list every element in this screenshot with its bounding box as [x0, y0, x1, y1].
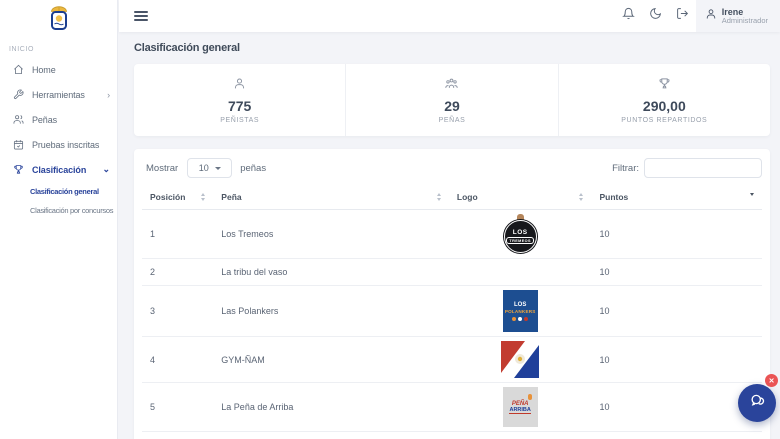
cell-position: 3: [142, 285, 214, 337]
cell-pena: La tribu del vaso: [213, 258, 449, 286]
notifications-button[interactable]: [615, 0, 642, 32]
sort-icon: [579, 193, 584, 201]
filter-input[interactable]: [644, 158, 762, 178]
people-icon: [13, 114, 24, 125]
cell-position: 6: [142, 431, 214, 439]
bell-icon: [621, 7, 635, 25]
column-header-puntos[interactable]: Puntos: [591, 186, 762, 210]
main-area: Irene Administrador Clasificación genera…: [119, 0, 780, 439]
page-content: Clasificación general 775 PEÑISTAS 29 PE…: [119, 32, 780, 439]
cell-pena: Triple P: [213, 431, 449, 439]
chevron-down-icon: ⌄: [102, 164, 111, 174]
app-window: INICIO Home Herramientas › Peñas Pruebas…: [0, 0, 780, 439]
cell-puntos: 10: [591, 336, 762, 383]
cell-puntos: 10: [591, 285, 762, 337]
stat-puntos-repartidos: 290,00 PUNTOS REPARTIDOS: [557, 64, 770, 136]
user-role: Administrador: [721, 15, 768, 25]
filter-label: Filtrar:: [612, 162, 639, 174]
cell-position: 5: [142, 382, 214, 432]
chat-fab-button[interactable]: ✕: [738, 374, 778, 422]
cell-position: 2: [142, 258, 214, 286]
logout-icon: [676, 7, 689, 25]
table-row: 4 GYM-ÑAM 10: [142, 336, 762, 383]
sidebar-subitem-clasificacion-general[interactable]: Clasificación general: [0, 182, 117, 201]
calendar-icon: [13, 139, 24, 150]
stat-label: PEÑISTAS: [220, 116, 260, 124]
sidebar-item-label: Herramientas: [32, 89, 85, 100]
classification-table-card: Mostrar 10 peñas Filtrar: Posición Peña …: [134, 149, 770, 439]
team-logo-los-tremeos: LOS TREMEOS: [503, 214, 537, 254]
stat-value: 29: [444, 97, 460, 114]
team-logo-gym-nam: [501, 341, 540, 378]
home-icon: [13, 64, 24, 75]
cell-pena: GYM-ÑAM: [213, 336, 449, 383]
table-row: 3 Las Polankers LOS POLANKERS 10: [142, 285, 762, 337]
person-icon: [233, 77, 246, 95]
page-size-select[interactable]: 10: [187, 158, 233, 178]
chat-icon: [748, 392, 766, 415]
table-row: 5 La Peña de Arriba PEÑA ARRIBA 10: [142, 382, 762, 432]
dark-mode-button[interactable]: [642, 0, 669, 32]
sidebar-item-home[interactable]: Home: [0, 57, 117, 82]
hamburger-icon[interactable]: [134, 11, 148, 21]
sidebar-item-label: Pruebas inscritas: [32, 139, 100, 150]
group-icon: [445, 77, 459, 95]
stats-card: 775 PEÑISTAS 29 PEÑAS 290,00 PUNTOS REPA…: [134, 64, 770, 136]
stat-label: PUNTOS REPARTIDOS: [621, 116, 708, 124]
crest-logo[interactable]: [0, 0, 117, 36]
stat-value: 775: [227, 97, 252, 114]
cell-puntos: 10: [591, 382, 762, 432]
sort-icon: [201, 193, 206, 201]
cell-pena: La Peña de Arriba: [213, 382, 449, 432]
user-menu[interactable]: Irene Administrador: [695, 0, 780, 32]
cell-puntos: 10: [591, 431, 762, 439]
table-row: 1 Los Tremeos LOS TREMEOS 10: [142, 209, 762, 259]
stat-label: PEÑAS: [438, 116, 466, 124]
stat-value: 290,00: [642, 97, 686, 114]
topbar: Irene Administrador: [119, 0, 780, 32]
column-header-pena[interactable]: Peña: [213, 186, 449, 210]
sidebar-item-herramientas[interactable]: Herramientas ›: [0, 82, 117, 107]
cell-puntos: 10: [591, 209, 762, 259]
column-header-logo[interactable]: Logo: [448, 186, 592, 210]
sidebar-item-penas[interactable]: Peñas: [0, 107, 117, 132]
page-title: Clasificación general: [134, 42, 240, 54]
show-suffix: peñas: [240, 162, 267, 174]
table-row: 2 La tribu del vaso 10: [142, 258, 762, 286]
sidebar-item-clasificacion[interactable]: Clasificación ⌄: [0, 157, 117, 182]
sidebar-item-label: Peñas: [32, 114, 58, 125]
cell-puntos: 10: [591, 258, 762, 286]
table-row: 6 Triple P 10: [142, 431, 762, 439]
user-icon: [705, 7, 717, 25]
cell-position: 1: [142, 209, 214, 259]
wrench-icon: [13, 89, 24, 100]
trophy-icon: [13, 164, 24, 175]
cell-pena: Las Polankers: [213, 285, 449, 337]
team-logo-la-pena-de-arriba: PEÑA ARRIBA: [502, 387, 538, 427]
sidebar: INICIO Home Herramientas › Peñas Pruebas…: [0, 0, 118, 439]
sidebar-item-label: Home: [32, 64, 56, 75]
page-size-value: 10: [198, 163, 209, 173]
sort-icon-desc: [750, 193, 754, 196]
trophy-icon: [658, 77, 671, 95]
stat-penistas: 775 PEÑISTAS: [134, 64, 345, 136]
column-header-posicion[interactable]: Posición: [142, 186, 214, 210]
classification-table: Posición Peña Logo Puntos 1 Los Tremeos …: [142, 186, 762, 439]
cell-position: 4: [142, 336, 214, 383]
sidebar-subitem-clasificacion-por-concursos[interactable]: Clasificación por concursos: [0, 201, 117, 220]
logout-button[interactable]: [669, 0, 696, 32]
team-logo-las-polankers: LOS POLANKERS: [502, 290, 538, 332]
chevron-right-icon: ›: [107, 89, 110, 100]
show-label: Mostrar: [146, 162, 179, 174]
close-icon[interactable]: ✕: [765, 374, 778, 387]
sidebar-section-label: INICIO: [9, 46, 34, 53]
stat-penas: 29 PEÑAS: [345, 64, 557, 136]
sidebar-item-label: Clasificación: [32, 164, 87, 175]
sidebar-item-pruebas-inscritas[interactable]: Pruebas inscritas: [0, 132, 117, 157]
moon-icon: [649, 7, 662, 25]
cell-pena: Los Tremeos: [213, 209, 449, 259]
chevron-down-icon: [214, 166, 221, 170]
sort-icon: [436, 193, 441, 201]
